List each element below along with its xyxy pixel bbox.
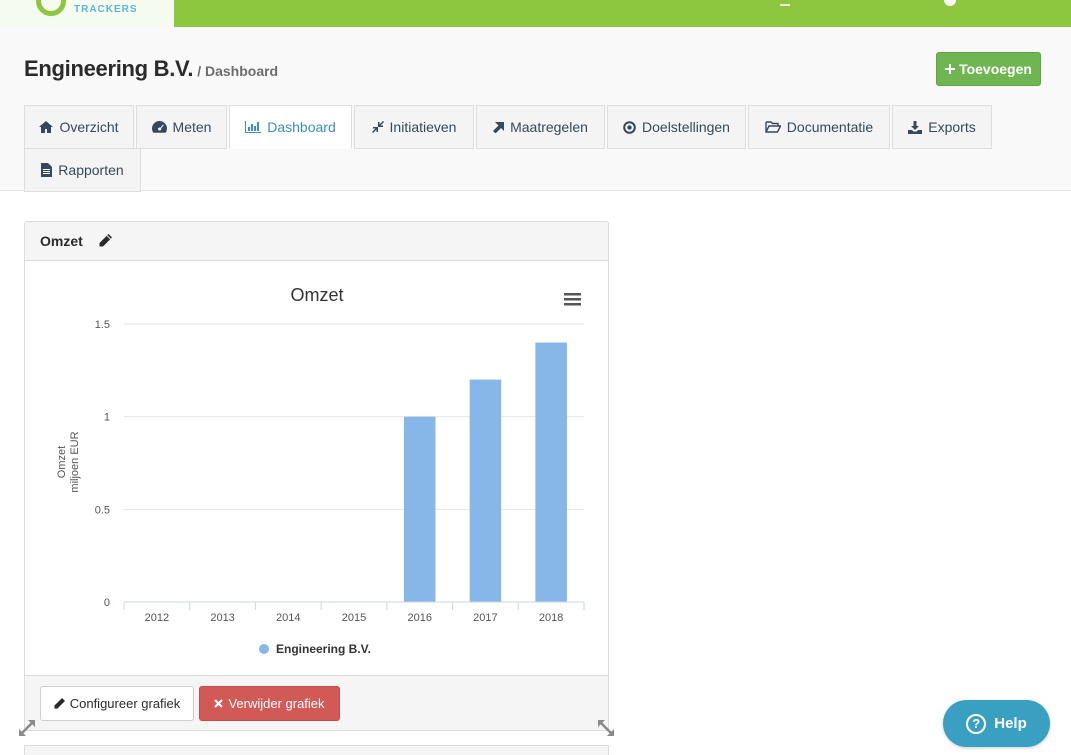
logo[interactable]: TRACKERS bbox=[0, 0, 174, 27]
tab-label: Maatregelen bbox=[510, 119, 588, 135]
bar-2017[interactable] bbox=[469, 379, 502, 602]
y-axis-title-line-1: Omzet bbox=[56, 446, 68, 478]
add-button-label: Toevoegen bbox=[959, 61, 1032, 77]
bar-2018[interactable] bbox=[535, 342, 567, 602]
tab-initiatieven[interactable]: Initiatieven bbox=[354, 105, 474, 149]
tab-documentatie[interactable]: Documentatie bbox=[748, 105, 890, 149]
legend-marker bbox=[259, 644, 269, 654]
tab-label: Rapporten bbox=[58, 162, 124, 178]
tab-overzicht[interactable]: Overzicht bbox=[24, 105, 134, 149]
tab-maatregelen[interactable]: Maatregelen bbox=[476, 105, 605, 149]
tab-label: Overzicht bbox=[59, 119, 119, 135]
tab-label: Dashboard bbox=[267, 119, 336, 135]
file-text-icon bbox=[41, 163, 53, 177]
tab-label: Doelstellingen bbox=[642, 119, 730, 135]
dashboard-gauge-icon bbox=[151, 121, 167, 133]
next-widget-header bbox=[24, 745, 609, 755]
compress-arrows-icon bbox=[371, 121, 384, 133]
delete-chart-label: Verwijder grafiek bbox=[228, 696, 325, 711]
breadcrumb: / Dashboard bbox=[197, 63, 279, 79]
y-tick-label: 0 bbox=[104, 597, 110, 609]
widget-header: Omzet bbox=[25, 222, 608, 261]
folder-open-icon bbox=[765, 121, 781, 133]
add-button[interactable]: Toevoegen bbox=[936, 52, 1041, 86]
page-title: Engineering B.V. / Dashboard bbox=[24, 56, 278, 82]
legend-item[interactable]: Engineering B.V. bbox=[259, 642, 371, 656]
tab-label: Initiatieven bbox=[389, 119, 457, 135]
bar-2016[interactable] bbox=[403, 416, 436, 602]
y-tick-label: 1 bbox=[104, 412, 110, 424]
y-tick-label: 0.5 bbox=[95, 504, 110, 516]
y-tick-label: 1.5 bbox=[95, 319, 110, 331]
x-tick-label: 2014 bbox=[276, 612, 300, 624]
tab-rapporten[interactable]: Rapporten bbox=[24, 148, 141, 192]
chart-title: Omzet bbox=[290, 285, 343, 305]
target-dot-icon bbox=[623, 120, 636, 134]
chart-menu-icon[interactable] bbox=[564, 293, 581, 306]
x-tick-label: 2017 bbox=[473, 612, 497, 624]
widget-title: Omzet bbox=[40, 233, 83, 249]
top-menu-item[interactable] bbox=[780, 0, 790, 6]
download-icon bbox=[908, 120, 923, 134]
tab-label: Exports bbox=[928, 119, 976, 135]
pencil-icon[interactable] bbox=[99, 234, 112, 247]
logo-text: TRACKERS bbox=[74, 4, 138, 15]
logo-ring-icon bbox=[36, 0, 66, 16]
company-name: Engineering B.V. bbox=[24, 56, 194, 81]
configure-chart-button[interactable]: Configureer grafiek bbox=[40, 686, 194, 721]
user-avatar-icon[interactable] bbox=[944, 0, 956, 6]
tab-label: Meten bbox=[172, 119, 212, 135]
legend-label: Engineering B.V. bbox=[276, 642, 371, 656]
widget-footer: Configureer grafiek Verwijder grafiek bbox=[25, 675, 608, 730]
tab-exports[interactable]: Exports bbox=[892, 105, 992, 149]
x-tick-label: 2012 bbox=[145, 612, 169, 624]
x-tick-label: 2015 bbox=[342, 612, 366, 624]
home-icon bbox=[39, 121, 54, 133]
resize-handle-left-icon[interactable] bbox=[18, 719, 36, 737]
help-label: Help bbox=[994, 715, 1027, 732]
pencil-icon bbox=[54, 698, 65, 709]
x-tick-label: 2018 bbox=[539, 612, 563, 624]
tab-doelstellingen[interactable]: Doelstellingen bbox=[607, 105, 746, 149]
bar-chart: Omzet 0 0.5 1 1.5 2012 2013 2014 2015 2016 2017 2… bbox=[56, 285, 585, 656]
arrow-up-right-icon bbox=[493, 121, 505, 133]
help-button[interactable]: ? Help bbox=[943, 700, 1050, 747]
y-axis-title: Omzet miljoen EUR bbox=[56, 431, 81, 492]
x-tick-label: 2013 bbox=[210, 612, 234, 624]
resize-handle-right-icon[interactable] bbox=[597, 719, 615, 737]
delete-chart-button[interactable]: Verwijder grafiek bbox=[199, 686, 340, 721]
bar-chart-icon bbox=[245, 121, 262, 133]
tab-meten[interactable]: Meten bbox=[136, 105, 227, 149]
x-tick-label: 2016 bbox=[407, 612, 431, 624]
y-axis-title-line-2: miljoen EUR bbox=[69, 431, 81, 492]
tab-label: Documentatie bbox=[786, 119, 874, 135]
question-mark-icon: ? bbox=[966, 713, 987, 734]
chart-widget: Omzet Omzet 0 0.5 1 1.5 2012 2013 2014 2015 201… bbox=[24, 221, 609, 731]
close-icon bbox=[214, 699, 224, 708]
configure-chart-label: Configureer grafiek bbox=[69, 696, 181, 711]
tab-dashboard[interactable]: Dashboard bbox=[229, 105, 352, 149]
plus-icon bbox=[945, 64, 956, 74]
top-navigation-bar: TRACKERS bbox=[0, 0, 1071, 27]
